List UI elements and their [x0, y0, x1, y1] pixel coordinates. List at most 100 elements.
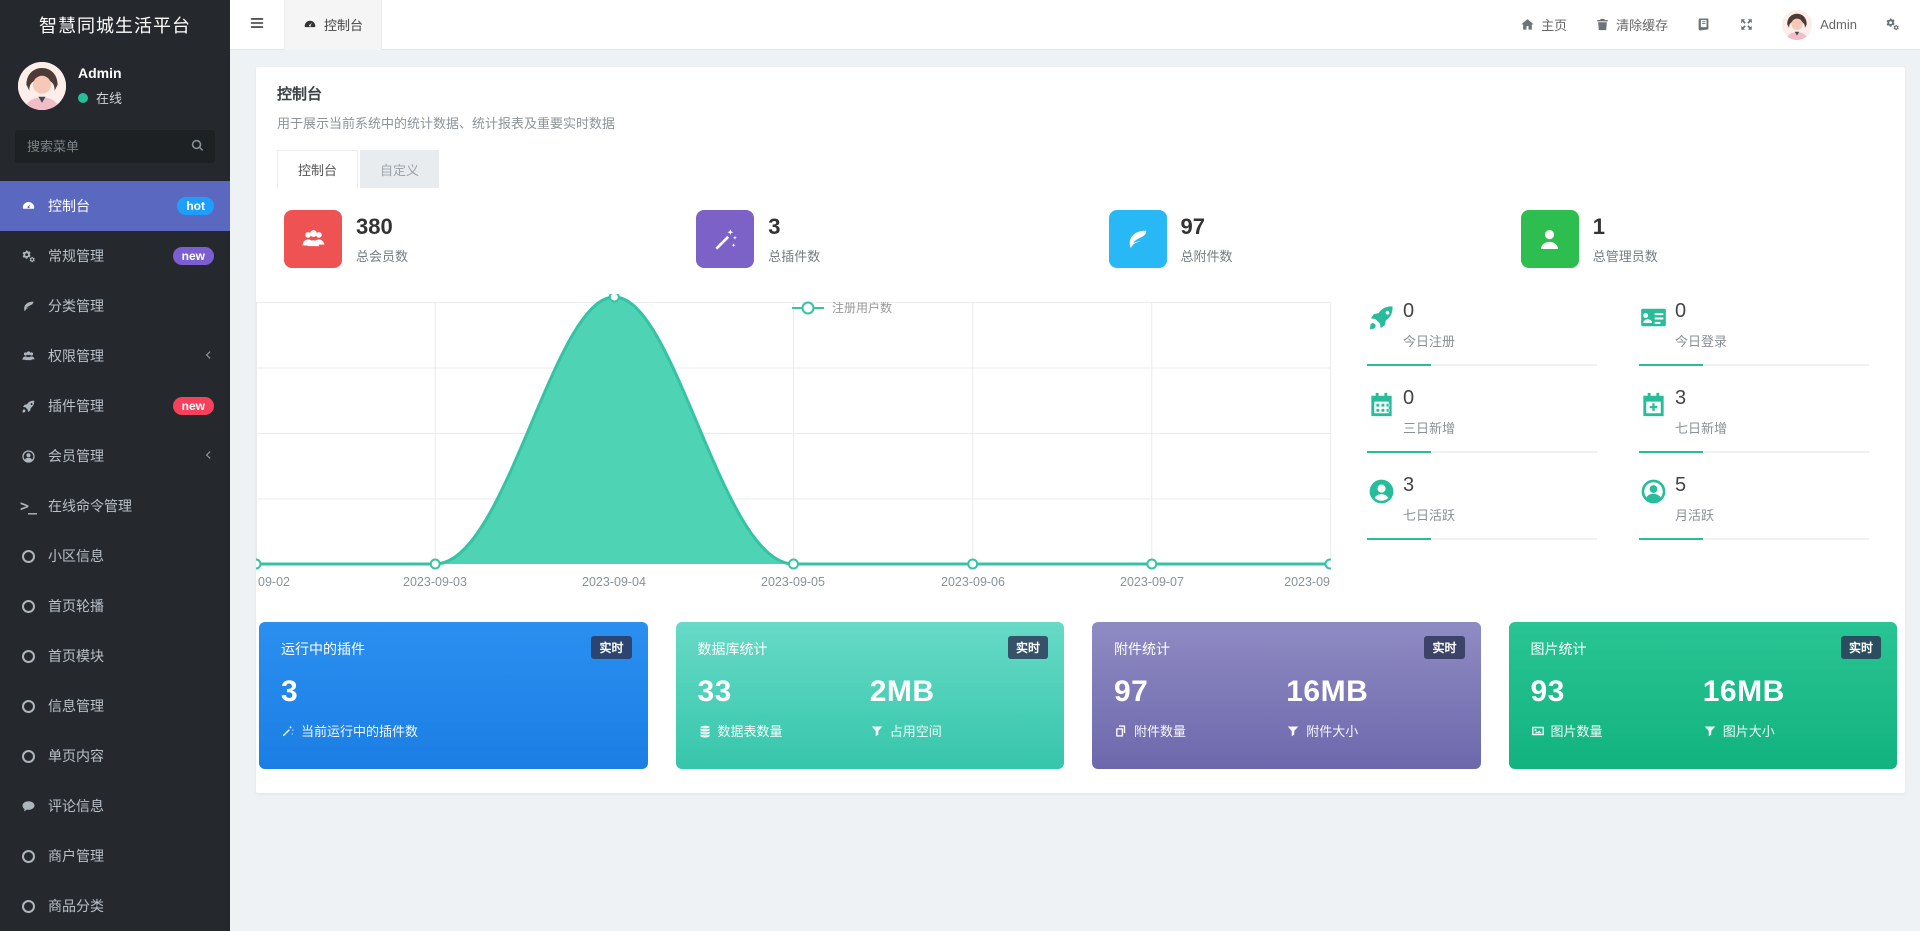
- card-caption: 附件大小: [1306, 724, 1358, 739]
- sidebar-item-category[interactable]: 分类管理: [0, 281, 230, 331]
- sidebar-item-label: 单页内容: [48, 746, 104, 766]
- calendar-plus-icon: [1639, 390, 1675, 424]
- sidebar-item-comments[interactable]: 评论信息: [0, 781, 230, 831]
- user-avatar[interactable]: [18, 62, 66, 110]
- sidebar-item-label: 小区信息: [48, 546, 104, 566]
- online-dot-icon: [78, 93, 88, 103]
- ministat-value: 3: [1675, 387, 1727, 410]
- sidebar-item-page[interactable]: 单页内容: [0, 731, 230, 781]
- check-update-button[interactable]: [1682, 0, 1725, 50]
- circle-icon: [18, 700, 38, 713]
- realtime-cards-row: 运行中的插件 实时 3 当前运行中的插件数 数据库统计 实时 33 数据表数量: [259, 622, 1897, 769]
- stat-total-admins: 1 总管理员数: [1493, 210, 1905, 268]
- home-icon: [1520, 17, 1535, 32]
- filter-icon: [1286, 724, 1300, 738]
- card-value: 2MB: [870, 675, 1042, 709]
- circle-icon: [18, 900, 38, 913]
- card-title: 运行中的插件: [281, 639, 626, 659]
- fullscreen-button[interactable]: [1725, 0, 1768, 50]
- svg-text:2023-09-07: 2023-09-07: [1120, 575, 1184, 589]
- ministat-3day-new: 0 三日新增: [1367, 387, 1597, 453]
- tab-custom[interactable]: 自定义: [360, 150, 439, 188]
- new-badge: new: [173, 247, 214, 265]
- user-circle-icon: [18, 449, 38, 464]
- menu-search-input[interactable]: [15, 130, 215, 163]
- rocket-icon: [18, 399, 38, 414]
- registered-users-chart[interactable]: 注册用户数 09-02 2023-09-03 2023-09-04 2023-0…: [256, 294, 1331, 594]
- ministat-value: 0: [1403, 387, 1455, 410]
- menu-search: [15, 130, 215, 163]
- card-value: 33: [698, 675, 870, 709]
- card-caption: 附件数量: [1134, 724, 1186, 739]
- sidebar-user-panel[interactable]: Admin 在线: [0, 50, 230, 120]
- gauge-icon: [303, 18, 317, 32]
- dashboard-panel: 控制台 用于展示当前系统中的统计数据、统计报表及重要实时数据 控制台 自定义 3…: [256, 67, 1905, 793]
- sidebar-item-members[interactable]: 会员管理: [0, 431, 230, 481]
- settings-button[interactable]: [1871, 0, 1920, 50]
- card-caption: 图片大小: [1723, 724, 1775, 739]
- realtime-badge: 实时: [591, 636, 631, 659]
- ministat-7day-active: 3 七日活跃: [1367, 474, 1597, 540]
- sidebar-item-auth[interactable]: 权限管理: [0, 331, 230, 381]
- sidebar-item-banner[interactable]: 首页轮播: [0, 581, 230, 631]
- card-caption: 占用空间: [890, 724, 942, 739]
- ministat-value: 5: [1675, 474, 1714, 497]
- sidebar-item-label: 会员管理: [48, 446, 104, 466]
- stat-label: 总附件数: [1181, 246, 1233, 265]
- sidebar-item-dashboard[interactable]: 控制台 hot: [0, 181, 230, 231]
- gears-icon: [18, 249, 38, 264]
- hot-badge: hot: [177, 197, 214, 215]
- page-subtitle: 用于展示当前系统中的统计数据、统计报表及重要实时数据: [277, 113, 1884, 132]
- sidebar-item-info[interactable]: 信息管理: [0, 681, 230, 731]
- sidebar-item-merchant[interactable]: 商户管理: [0, 831, 230, 881]
- circle-icon: [18, 650, 38, 663]
- app-logo-title: 智慧同城生活平台: [0, 0, 230, 50]
- trash-icon: [1595, 17, 1610, 32]
- svg-text:2023-09-03: 2023-09-03: [403, 575, 467, 589]
- chevron-left-icon: [202, 349, 214, 363]
- sidebar-item-label: 信息管理: [48, 696, 104, 716]
- topbar-username: Admin: [1820, 17, 1857, 32]
- search-icon[interactable]: [190, 138, 205, 155]
- topbar-tab-dashboard[interactable]: 控制台: [284, 0, 382, 50]
- ministat-label: 三日新增: [1403, 418, 1455, 437]
- ministat-label: 今日登录: [1675, 331, 1727, 350]
- hamburger-menu-icon[interactable]: [230, 14, 284, 35]
- filter-icon: [870, 724, 884, 738]
- svg-text:2023-09-06: 2023-09-06: [941, 575, 1005, 589]
- clear-cache-button[interactable]: 清除缓存: [1581, 0, 1682, 50]
- user-name: Admin: [78, 65, 122, 81]
- card-caption: 数据表数量: [718, 724, 783, 739]
- home-label: 主页: [1541, 15, 1567, 34]
- card-value: 97: [1114, 675, 1286, 709]
- sidebar-item-label: 评论信息: [48, 796, 104, 816]
- sidebar-item-goods-category[interactable]: 商品分类: [0, 881, 230, 931]
- sidebar-item-addon[interactable]: 插件管理 new: [0, 381, 230, 431]
- home-link[interactable]: 主页: [1506, 0, 1581, 50]
- card-caption: 当前运行中的插件数: [301, 724, 418, 739]
- user-status-label: 在线: [96, 88, 122, 107]
- card-value: 16MB: [1286, 675, 1458, 709]
- database-icon: [698, 724, 712, 738]
- card-database-stats: 数据库统计 实时 33 数据表数量 2MB 占用空间: [676, 622, 1065, 769]
- ministat-value: 0: [1675, 300, 1727, 323]
- sidebar-item-general[interactable]: 常规管理 new: [0, 231, 230, 281]
- topbar-user-menu[interactable]: Admin: [1768, 0, 1871, 50]
- stat-label: 总插件数: [768, 246, 820, 265]
- sidebar-item-command[interactable]: >_ 在线命令管理: [0, 481, 230, 531]
- sidebar-item-home-module[interactable]: 首页模块: [0, 631, 230, 681]
- ministat-label: 七日新增: [1675, 418, 1727, 437]
- circle-icon: [18, 600, 38, 613]
- gears-icon: [1885, 17, 1900, 32]
- comment-icon: [18, 799, 38, 814]
- group-icon: [284, 210, 342, 268]
- tab-dashboard[interactable]: 控制台: [277, 150, 358, 188]
- sidebar: 智慧同城生活平台 Admin 在线 控制台 hot 常规管理 new 分类管理: [0, 0, 230, 931]
- page-title: 控制台: [277, 83, 1884, 104]
- stat-label: 总管理员数: [1593, 246, 1658, 265]
- filter-icon: [1703, 724, 1717, 738]
- sidebar-item-community[interactable]: 小区信息: [0, 531, 230, 581]
- ministat-label: 今日注册: [1403, 331, 1455, 350]
- chart-legend: 注册用户数: [792, 300, 892, 315]
- stat-total-members: 380 总会员数: [256, 210, 668, 268]
